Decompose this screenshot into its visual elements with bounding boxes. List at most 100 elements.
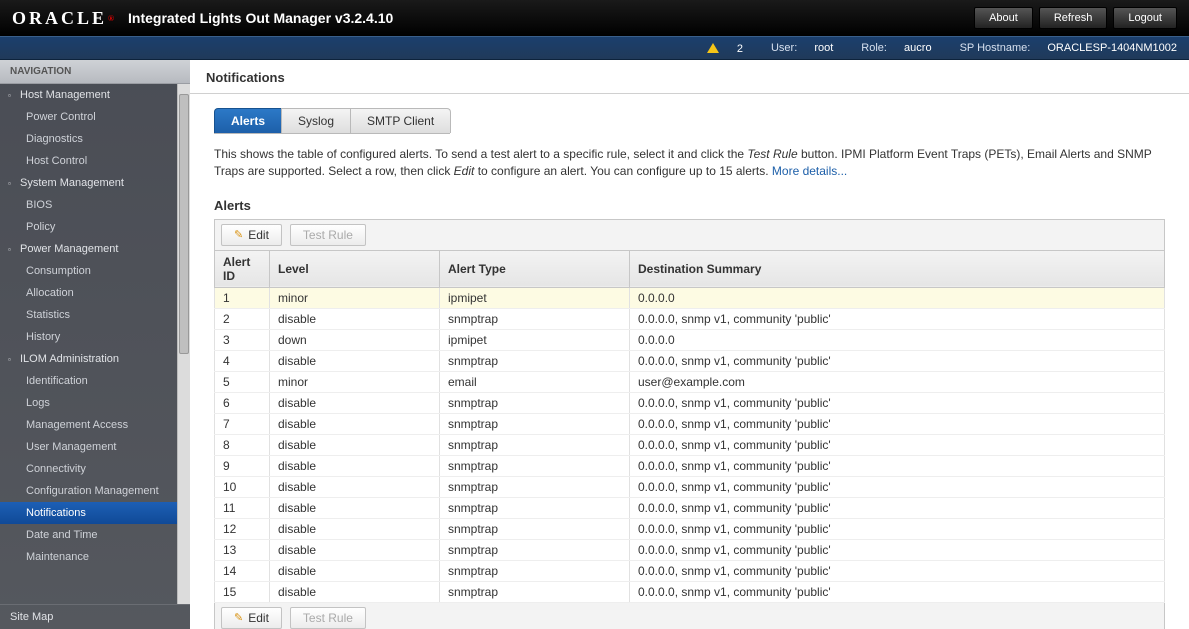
expand-icon: ▫ xyxy=(8,245,16,254)
sidebar-group[interactable]: ▫Host Management xyxy=(0,84,177,106)
sidebar-item[interactable]: Host Control xyxy=(0,150,177,172)
table-row[interactable]: 9disablesnmptrap0.0.0.0, snmp v1, commun… xyxy=(215,455,1165,476)
cell-type: snmptrap xyxy=(440,413,630,434)
table-row[interactable]: 5minoremailuser@example.com xyxy=(215,371,1165,392)
table-row[interactable]: 13disablesnmptrap0.0.0.0, snmp v1, commu… xyxy=(215,539,1165,560)
sidebar-item[interactable]: Consumption xyxy=(0,260,177,282)
sidebar-item[interactable]: Allocation xyxy=(0,282,177,304)
test-rule-button[interactable]: Test Rule xyxy=(290,224,366,246)
status-bar: 2 User: root Role: aucro SP Hostname: OR… xyxy=(0,36,1189,60)
cell-dest: 0.0.0.0 xyxy=(630,287,1165,308)
cell-level: disable xyxy=(270,434,440,455)
cell-dest: 0.0.0.0, snmp v1, community 'public' xyxy=(630,581,1165,602)
cell-id: 6 xyxy=(215,392,270,413)
cell-level: minor xyxy=(270,287,440,308)
cell-dest: 0.0.0.0, snmp v1, community 'public' xyxy=(630,476,1165,497)
warning-icon xyxy=(707,43,719,53)
col-level[interactable]: Level xyxy=(270,250,440,287)
cell-level: disable xyxy=(270,581,440,602)
cell-dest: 0.0.0.0, snmp v1, community 'public' xyxy=(630,308,1165,329)
sidebar-item[interactable]: Maintenance xyxy=(0,546,177,568)
sidebar-item[interactable]: User Management xyxy=(0,436,177,458)
cell-id: 2 xyxy=(215,308,270,329)
sidebar-item[interactable]: Connectivity xyxy=(0,458,177,480)
expand-icon: ▫ xyxy=(8,91,16,100)
cell-id: 4 xyxy=(215,350,270,371)
col-destination[interactable]: Destination Summary xyxy=(630,250,1165,287)
cell-type: snmptrap xyxy=(440,476,630,497)
status-user: User: root xyxy=(757,42,833,54)
sidebar-item[interactable]: Logs xyxy=(0,392,177,414)
refresh-button[interactable]: Refresh xyxy=(1039,7,1108,29)
sidebar-item[interactable]: Statistics xyxy=(0,304,177,326)
pencil-icon: ✎ xyxy=(234,228,243,241)
warning-indicator[interactable]: 2 xyxy=(707,42,743,55)
sidebar-item[interactable]: History xyxy=(0,326,177,348)
sidebar-item[interactable]: Configuration Management xyxy=(0,480,177,502)
table-row[interactable]: 2disablesnmptrap0.0.0.0, snmp v1, commun… xyxy=(215,308,1165,329)
tab-alerts[interactable]: Alerts xyxy=(214,108,282,133)
edit-button-bottom[interactable]: ✎Edit xyxy=(221,607,282,629)
sidebar-item[interactable]: Diagnostics xyxy=(0,128,177,150)
sidebar-item[interactable]: Power Control xyxy=(0,106,177,128)
col-alert-type[interactable]: Alert Type xyxy=(440,250,630,287)
cell-type: email xyxy=(440,371,630,392)
table-toolbar-top: ✎Edit Test Rule xyxy=(214,219,1165,250)
more-details-link[interactable]: More details... xyxy=(772,164,847,178)
sidebar-group[interactable]: ▫System Management xyxy=(0,172,177,194)
cell-id: 3 xyxy=(215,329,270,350)
table-row[interactable]: 3downipmipet0.0.0.0 xyxy=(215,329,1165,350)
sidebar-item[interactable]: Policy xyxy=(0,216,177,238)
table-row[interactable]: 4disablesnmptrap0.0.0.0, snmp v1, commun… xyxy=(215,350,1165,371)
table-row[interactable]: 15disablesnmptrap0.0.0.0, snmp v1, commu… xyxy=(215,581,1165,602)
about-button[interactable]: About xyxy=(974,7,1033,29)
cell-dest: 0.0.0.0, snmp v1, community 'public' xyxy=(630,392,1165,413)
cell-id: 14 xyxy=(215,560,270,581)
cell-type: snmptrap xyxy=(440,560,630,581)
cell-level: disable xyxy=(270,392,440,413)
scrollbar-thumb[interactable] xyxy=(179,94,189,354)
cell-dest: 0.0.0.0, snmp v1, community 'public' xyxy=(630,539,1165,560)
sidebar-group[interactable]: ▫Power Management xyxy=(0,238,177,260)
table-row[interactable]: 8disablesnmptrap0.0.0.0, snmp v1, commun… xyxy=(215,434,1165,455)
app-header: ORACLE® Integrated Lights Out Manager v3… xyxy=(0,0,1189,36)
table-row[interactable]: 10disablesnmptrap0.0.0.0, snmp v1, commu… xyxy=(215,476,1165,497)
cell-level: disable xyxy=(270,497,440,518)
tab-syslog[interactable]: Syslog xyxy=(281,108,351,133)
table-row[interactable]: 1minoripmipet0.0.0.0 xyxy=(215,287,1165,308)
table-row[interactable]: 7disablesnmptrap0.0.0.0, snmp v1, commun… xyxy=(215,413,1165,434)
cell-level: disable xyxy=(270,560,440,581)
table-toolbar-bottom: ✎Edit Test Rule xyxy=(214,603,1165,629)
table-row[interactable]: 6disablesnmptrap0.0.0.0, snmp v1, commun… xyxy=(215,392,1165,413)
cell-id: 10 xyxy=(215,476,270,497)
cell-level: disable xyxy=(270,539,440,560)
cell-dest: 0.0.0.0, snmp v1, community 'public' xyxy=(630,350,1165,371)
cell-dest: 0.0.0.0, snmp v1, community 'public' xyxy=(630,413,1165,434)
sidebar-group[interactable]: ▫ILOM Administration xyxy=(0,348,177,370)
table-row[interactable]: 12disablesnmptrap0.0.0.0, snmp v1, commu… xyxy=(215,518,1165,539)
table-row[interactable]: 14disablesnmptrap0.0.0.0, snmp v1, commu… xyxy=(215,560,1165,581)
sidebar-sitemap[interactable]: Site Map xyxy=(0,604,190,629)
sidebar-item[interactable]: Identification xyxy=(0,370,177,392)
cell-type: snmptrap xyxy=(440,497,630,518)
cell-id: 11 xyxy=(215,497,270,518)
sidebar-item[interactable]: Date and Time xyxy=(0,524,177,546)
cell-type: snmptrap xyxy=(440,518,630,539)
cell-id: 15 xyxy=(215,581,270,602)
tab-smtp-client[interactable]: SMTP Client xyxy=(350,108,451,133)
table-row[interactable]: 11disablesnmptrap0.0.0.0, snmp v1, commu… xyxy=(215,497,1165,518)
expand-icon: ▫ xyxy=(8,355,16,364)
page-description: This shows the table of configured alert… xyxy=(214,146,1165,180)
col-alert-id[interactable]: Alert ID xyxy=(215,250,270,287)
edit-button[interactable]: ✎Edit xyxy=(221,224,282,246)
logout-button[interactable]: Logout xyxy=(1113,7,1177,29)
test-rule-button-bottom[interactable]: Test Rule xyxy=(290,607,366,629)
cell-level: disable xyxy=(270,476,440,497)
cell-type: snmptrap xyxy=(440,350,630,371)
page-title: Notifications xyxy=(190,60,1189,94)
sidebar-item[interactable]: Notifications xyxy=(0,502,177,524)
cell-id: 12 xyxy=(215,518,270,539)
sidebar-scrollbar[interactable] xyxy=(177,84,190,604)
sidebar-item[interactable]: Management Access xyxy=(0,414,177,436)
sidebar-item[interactable]: BIOS xyxy=(0,194,177,216)
